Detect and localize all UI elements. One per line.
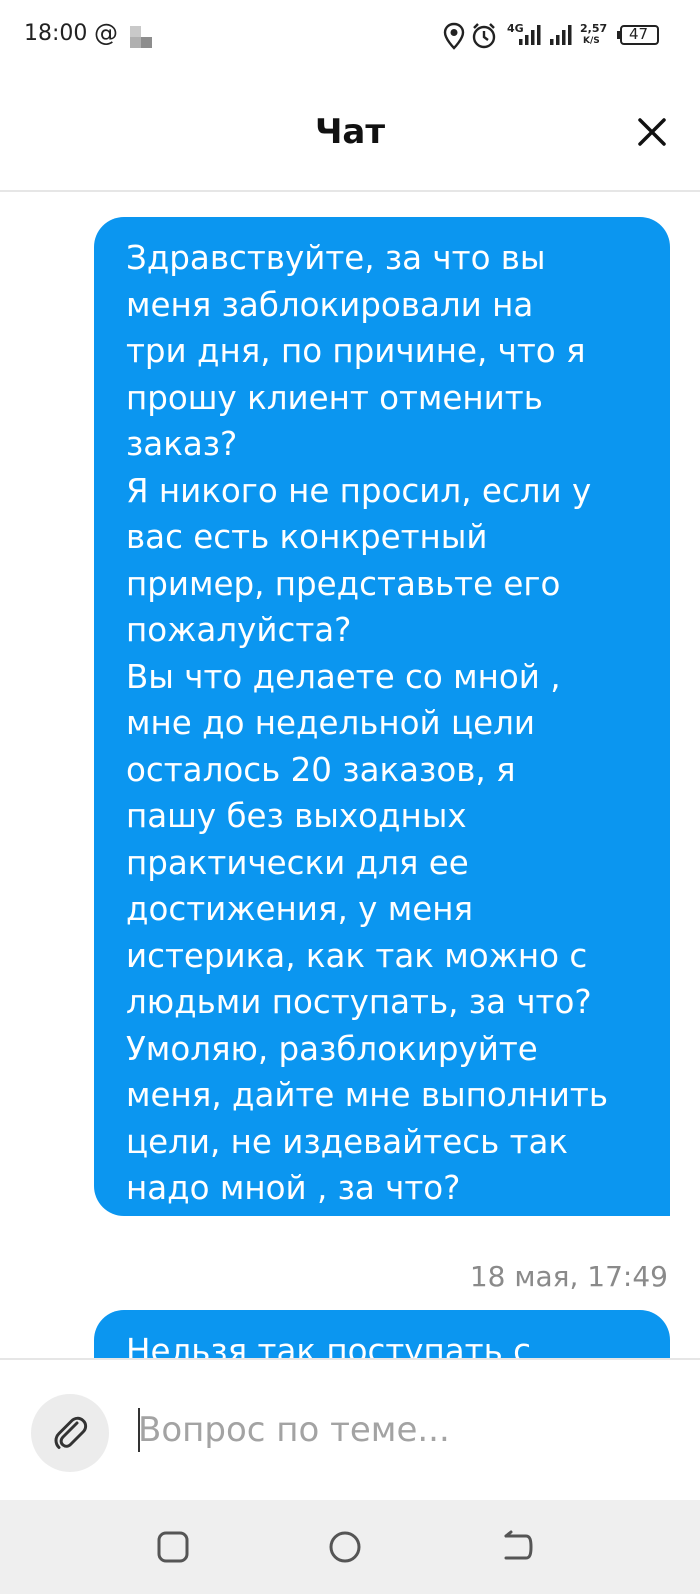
battery-level: 47: [629, 25, 649, 43]
recent-apps-icon[interactable]: [148, 1522, 198, 1572]
status-bar: 18:00 @ 4G 2,57 K/S 47: [0, 0, 700, 72]
signal-icon-2: [550, 25, 572, 45]
alarm-icon: [472, 23, 496, 49]
outgoing-message-bubble: Нельзя так поступать с: [94, 1310, 670, 1358]
message-timestamp: 18 мая, 17:49: [469, 1260, 668, 1293]
question-input[interactable]: [138, 1400, 658, 1460]
chat-header: Чат: [0, 72, 700, 192]
attach-button[interactable]: [31, 1394, 109, 1472]
message-composer: [0, 1358, 700, 1502]
message-list[interactable]: Здравствуйте, за что вы меня заблокирова…: [0, 192, 700, 1358]
home-icon[interactable]: [320, 1522, 370, 1572]
system-nav-bar: [0, 1500, 700, 1594]
network-speed: 2,57: [580, 22, 608, 35]
paperclip-icon: [54, 1416, 88, 1449]
location-icon: [443, 22, 465, 50]
outgoing-message-bubble: Здравствуйте, за что вы меня заблокирова…: [94, 217, 670, 1216]
back-icon[interactable]: [492, 1522, 542, 1572]
text-cursor: [138, 1408, 140, 1452]
network-speed-unit: K/S: [583, 36, 600, 46]
page-title: Чат: [314, 112, 386, 152]
status-time: 18:00: [24, 21, 88, 46]
at-notification-icon: @: [94, 19, 118, 47]
close-icon[interactable]: [632, 112, 672, 152]
signal-icon: [519, 25, 541, 45]
image-notification-icon: [130, 26, 152, 48]
